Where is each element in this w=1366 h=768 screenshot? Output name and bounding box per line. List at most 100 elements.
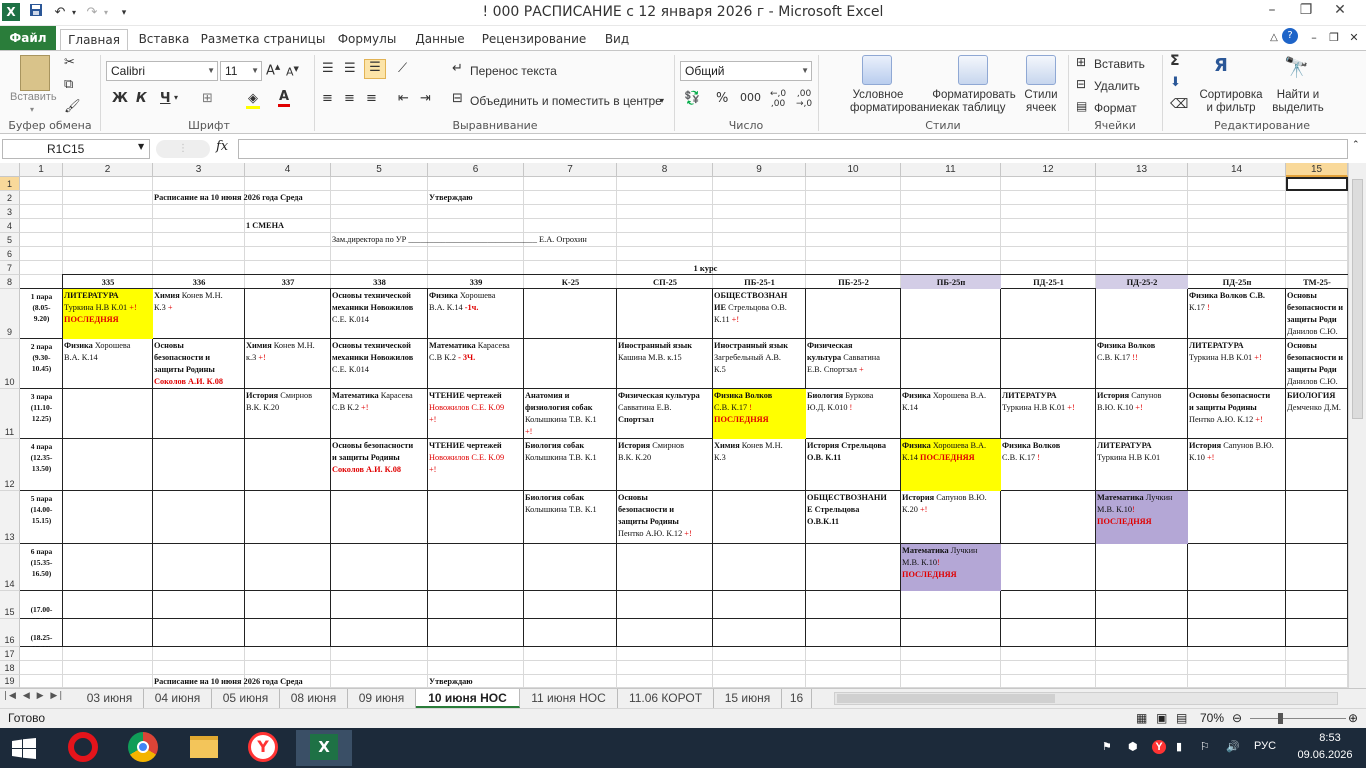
tab-file[interactable]: Файл: [0, 26, 56, 50]
row-header[interactable]: 13: [0, 491, 20, 544]
merge-center-icon[interactable]: ⊟: [452, 91, 463, 106]
excel-taskbar-icon[interactable]: X: [296, 730, 352, 766]
vertical-scroll-thumb[interactable]: [1352, 179, 1363, 419]
language-indicator[interactable]: РУС: [1254, 740, 1276, 752]
formula-bar-handle[interactable]: ⋮: [156, 140, 210, 158]
group-header[interactable]: ПБ-25п: [901, 275, 1001, 289]
italic-button[interactable]: К: [136, 91, 147, 106]
find-select-button[interactable]: Найти и выделить: [1266, 89, 1330, 115]
format-as-table-button[interactable]: Форматировать как таблицу: [930, 89, 1018, 115]
pair-label[interactable]: 2 пара (9.30- 10.45): [20, 339, 63, 389]
lesson-cell[interactable]: ЛИТЕРАТУРА Туркина Н.В К.01 +! ПОСЛЕДНЯЯ: [63, 289, 153, 339]
sheet-tab-active[interactable]: 10 июня НОС: [416, 689, 520, 708]
lesson-cell[interactable]: Иностранный язык Загребельный А.В. К.5: [713, 339, 806, 389]
column-header[interactable]: 11: [901, 163, 1001, 177]
windows-start-icon[interactable]: [12, 738, 36, 763]
row-header[interactable]: 1: [0, 177, 20, 191]
lesson-cell[interactable]: БИОЛОГИЯ Демченко Д.М.: [1286, 389, 1348, 439]
schedule-title-footer[interactable]: Расписание на 10 июня 2026 года Среда: [153, 675, 428, 688]
clock-time[interactable]: 8:53: [1300, 732, 1360, 744]
column-header[interactable]: 4: [245, 163, 331, 177]
row-header[interactable]: 8: [0, 275, 20, 289]
page-break-view-icon[interactable]: ▤: [1176, 711, 1187, 725]
column-header[interactable]: 6: [428, 163, 524, 177]
lesson-cell[interactable]: Основы безопасности и защиты Родины Соколов…: [153, 339, 245, 389]
shrink-font-icon[interactable]: A▼: [286, 65, 299, 79]
tab-home[interactable]: Главная: [60, 29, 128, 50]
name-box[interactable]: R1C15: [2, 139, 150, 159]
column-header[interactable]: 3: [153, 163, 245, 177]
course-label[interactable]: 1 курс: [63, 261, 1348, 275]
group-header[interactable]: 335: [63, 275, 153, 289]
column-header[interactable]: 12: [1001, 163, 1096, 177]
lesson-cell[interactable]: История Смирнов В.К. К.20: [617, 439, 713, 491]
underline-dropdown-icon[interactable]: ▾: [174, 93, 178, 102]
sheet-tab[interactable]: 11.06 КОРОТ: [618, 689, 714, 708]
approve-label[interactable]: Утверждаю: [428, 191, 617, 205]
sheet-tab[interactable]: 08 июня: [280, 689, 348, 708]
lesson-cell[interactable]: Основы технической механики Новожилов С.Е.…: [331, 339, 428, 389]
column-header[interactable]: 13: [1096, 163, 1188, 177]
horizontal-scroll-thumb[interactable]: [837, 694, 1055, 703]
lesson-cell[interactable]: Иностранный язык Кашина М.В. к.15: [617, 339, 713, 389]
sheet-tab[interactable]: 05 июня: [212, 689, 280, 708]
row-header[interactable]: 15: [0, 591, 20, 619]
column-header[interactable]: 1: [20, 163, 63, 177]
lesson-cell[interactable]: ЛИТЕРАТУРА Туркина Н.В К.01: [1096, 439, 1188, 491]
pair-label[interactable]: 1 пара (8.05- 9.20): [20, 289, 63, 339]
sheet-tab[interactable]: 16: [782, 689, 812, 708]
format-as-table-icon[interactable]: [958, 55, 988, 85]
clock-date[interactable]: 09.06.2026: [1290, 749, 1360, 761]
tray-app-icon[interactable]: ⬢: [1128, 740, 1138, 753]
shift-label[interactable]: 1 СМЕНА: [245, 219, 428, 233]
lesson-cell[interactable]: Физическая культура Савватина Е.В. Спортза…: [617, 389, 713, 439]
column-header[interactable]: 10: [806, 163, 901, 177]
decrease-indent-icon[interactable]: ⇤: [398, 91, 409, 106]
row-header[interactable]: 5: [0, 233, 20, 247]
format-cells-icon[interactable]: ▤: [1076, 99, 1087, 113]
group-header[interactable]: ТМ-25-: [1286, 275, 1348, 289]
close-button[interactable]: ✕: [1320, 0, 1360, 22]
sheet-tab[interactable]: 15 июня: [714, 689, 782, 708]
lesson-cell[interactable]: Физика Волков С.В. К.17 !!: [1096, 339, 1188, 389]
row-header[interactable]: 7: [0, 261, 20, 275]
tab-review[interactable]: Рецензирование: [480, 29, 588, 50]
group-header[interactable]: 336: [153, 275, 245, 289]
lesson-cell[interactable]: Физика Волков С.В. К.17 !: [1188, 289, 1286, 339]
lesson-cell[interactable]: ОБЩЕСТВОЗНАНИ Е Стрельцова О.В.К.11: [806, 491, 901, 544]
zoom-level[interactable]: 70%: [1200, 711, 1224, 725]
chrome-icon[interactable]: [116, 730, 172, 766]
lesson-cell[interactable]: Химия Конев М.Н. К.3: [713, 439, 806, 491]
sheet-tab[interactable]: 03 июня: [76, 689, 144, 708]
horizontal-scrollbar[interactable]: [834, 692, 1338, 705]
column-header[interactable]: 2: [63, 163, 153, 177]
percent-icon[interactable]: %: [716, 91, 728, 106]
pair-label[interactable]: 5 пара (14.00- 15.15): [20, 491, 63, 544]
insert-cells-icon[interactable]: ⊞: [1076, 55, 1086, 69]
signal-icon[interactable]: ▮: [1176, 740, 1182, 753]
align-bottom-icon[interactable]: ☰: [364, 59, 386, 79]
column-header[interactable]: 8: [617, 163, 713, 177]
align-center-icon[interactable]: ≡: [344, 91, 355, 106]
copy-icon[interactable]: ⧉: [64, 77, 73, 92]
row-header[interactable]: 2: [0, 191, 20, 205]
merge-center-button[interactable]: Объединить и поместить в центре: [470, 94, 662, 108]
wrap-text-button[interactable]: Перенос текста: [470, 64, 557, 78]
pair-label[interactable]: 6 пара (15.35- 16.50): [20, 544, 63, 591]
lesson-cell[interactable]: Основы технической механики Новожилов С.Е.…: [331, 289, 428, 339]
zoom-in-icon[interactable]: ⊕: [1348, 711, 1358, 725]
align-left-icon[interactable]: ≡: [322, 91, 333, 106]
pair-label[interactable]: 4 пара (12.35- 13.50): [20, 439, 63, 491]
sheet-tab[interactable]: 04 июня: [144, 689, 212, 708]
group-header[interactable]: ПБ-25-2: [806, 275, 901, 289]
merge-dropdown-icon[interactable]: ▾: [660, 96, 664, 105]
selected-cell[interactable]: [1286, 177, 1348, 191]
row-header[interactable]: 18: [0, 661, 20, 675]
sort-filter-icon[interactable]: Я: [1214, 55, 1228, 76]
lesson-cell[interactable]: Физика Хорошева В.А. К.14 ПОСЛЕДНЯЯ: [901, 439, 1001, 491]
increase-decimal-icon[interactable]: ←,0,00: [770, 89, 786, 109]
format-cells-button[interactable]: Формат: [1094, 101, 1137, 115]
thousands-icon[interactable]: 000: [740, 91, 761, 104]
lesson-cell[interactable]: История Стрельцова О.В. К.11: [806, 439, 901, 491]
group-header[interactable]: СП-25: [617, 275, 713, 289]
